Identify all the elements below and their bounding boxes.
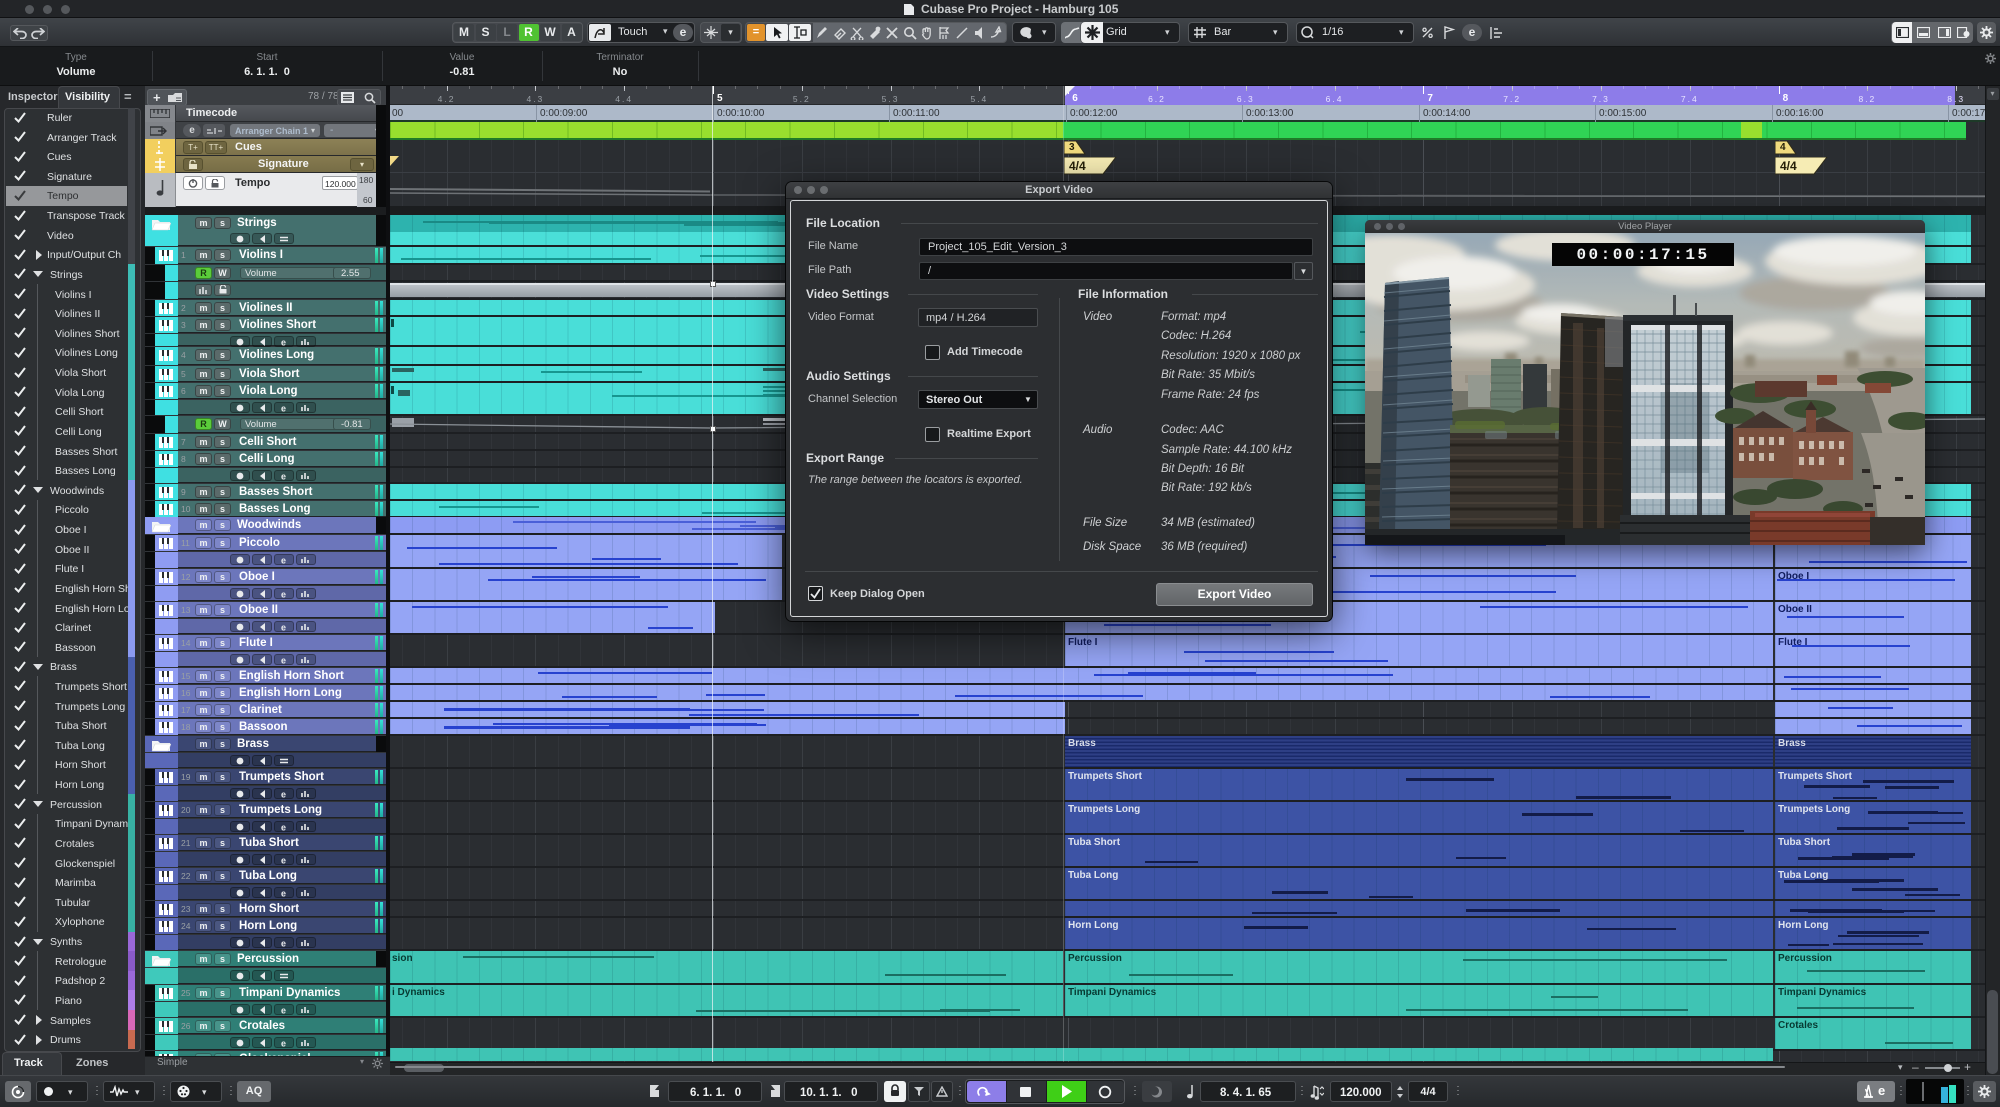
svg-text:e: e [281, 1039, 286, 1048]
svg-text:e: e [281, 556, 286, 565]
svg-text:e: e [281, 590, 286, 599]
svg-text:e: e [281, 404, 286, 413]
svg-text:e: e [281, 856, 286, 865]
svg-text:e: e [281, 790, 286, 799]
svg-text:e: e [281, 889, 286, 898]
svg-text:e: e [281, 338, 286, 347]
svg-text:e: e [281, 472, 286, 481]
svg-text:e: e [281, 656, 286, 665]
svg-text:e: e [281, 623, 286, 632]
svg-text:e: e [281, 939, 286, 948]
svg-text:e: e [281, 823, 286, 832]
svg-text:e: e [281, 1006, 286, 1015]
